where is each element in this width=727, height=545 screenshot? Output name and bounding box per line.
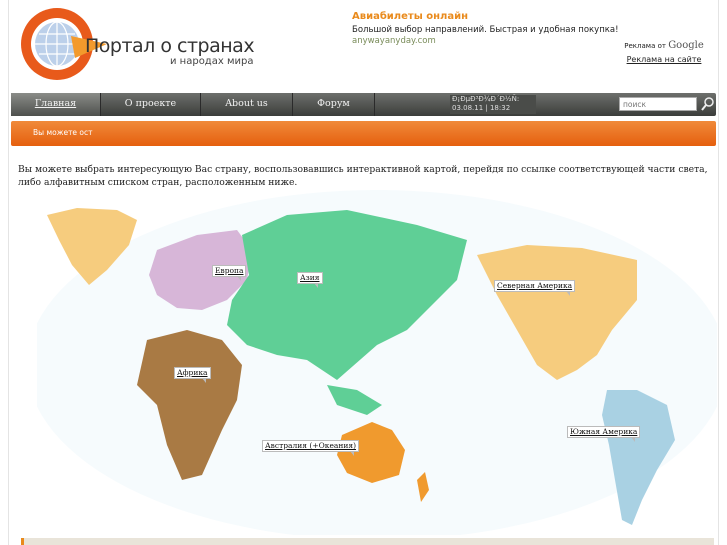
nav-item-about-project[interactable]: О проекте	[101, 93, 201, 116]
map-label-australia[interactable]: Австралия (+Океания)	[262, 440, 360, 456]
map-label-africa[interactable]: Африка	[174, 367, 211, 383]
logo-title: Портал о странах	[85, 35, 255, 57]
page: Портал о странах и народах мира Авиабиле…	[8, 0, 727, 545]
top-ad[interactable]: Авиабилеты онлайн Большой выбор направле…	[352, 11, 619, 46]
breadcrumb: Вы можете ост	[33, 128, 93, 137]
site-logo[interactable]: Портал о странах и народах мира	[19, 6, 259, 86]
search-icon[interactable]	[701, 96, 715, 112]
logo-subtitle: и народах мира	[170, 56, 254, 67]
ad-url[interactable]: anywayanyday.com	[352, 36, 612, 46]
map-label-north-america[interactable]: Северная Америка	[494, 280, 576, 296]
date-label: Ð¡ÐµÐ³Ð¾Ð´Ð½Ñ:	[452, 95, 520, 103]
world-map-svg	[27, 190, 727, 540]
google-logo: Google	[668, 40, 704, 51]
search-input[interactable]	[619, 97, 697, 111]
map-label-asia[interactable]: Азия	[297, 272, 323, 288]
date-display: Ð¡ÐµÐ³Ð¾Ð´Ð½Ñ: 03.08.11 | 18:32	[450, 95, 536, 114]
bottom-strip	[21, 538, 714, 545]
ad-title[interactable]: Авиабилеты онлайн	[352, 11, 612, 22]
nav-item-about-us[interactable]: About us	[201, 93, 293, 116]
nav-item-forum[interactable]: Форум	[293, 93, 375, 116]
google-ad-label: Реклама от Google	[619, 40, 709, 51]
google-ad-box: Реклама от Google Реклама на сайте	[619, 40, 709, 64]
intro-text: Вы можете выбрать интересующую Вас стран…	[18, 164, 708, 188]
map-label-south-america[interactable]: Южная Америка	[567, 426, 641, 442]
advertise-link[interactable]: Реклама на сайте	[619, 55, 709, 64]
ad-text: Большой выбор направлений. Быстрая и удо…	[352, 25, 619, 35]
date-value: 03.08.11 | 18:32	[452, 104, 511, 112]
main-nav: Главная О проекте About us Форум Ð¡ÐµÐ³Ð…	[11, 93, 716, 116]
breadcrumb-bar: Вы можете ост	[11, 121, 716, 146]
map-label-europe[interactable]: Европа	[212, 265, 247, 281]
nav-item-home[interactable]: Главная	[11, 93, 101, 116]
region-south-america[interactable]	[602, 390, 675, 525]
world-map: Европа Азия Африка Северная Америка Южна…	[27, 190, 727, 540]
google-ad-prefix: Реклама от	[624, 42, 666, 50]
